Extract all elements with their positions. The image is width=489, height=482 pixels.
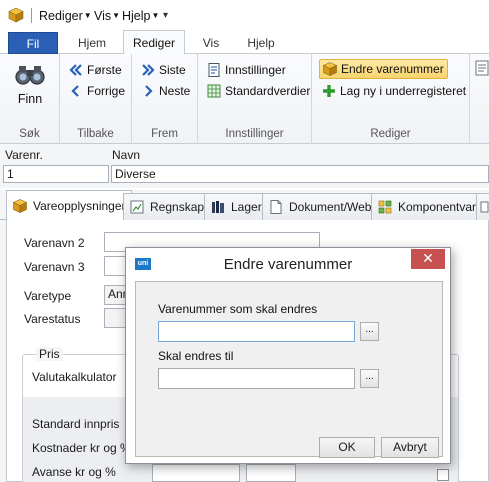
- chart-document-icon: [129, 199, 145, 215]
- chevron-left-icon: [68, 83, 84, 99]
- menu-rediger[interactable]: Rediger▼: [39, 9, 92, 23]
- varestatus-label: Varestatus: [24, 312, 81, 326]
- tab-vis[interactable]: Vis: [193, 33, 229, 54]
- varenummer-from-label: Varenummer som skal endres: [158, 302, 318, 316]
- group-rediger: Endre varenummer Lag ny i underregistere…: [312, 54, 470, 144]
- standard-innpris-label: Standard innpris: [32, 417, 120, 431]
- tab-hjelp[interactable]: Hjelp: [238, 33, 284, 54]
- tab-overflow[interactable]: [476, 193, 489, 220]
- group-label-innstillinger: Innstillinger: [225, 128, 284, 140]
- varenummer-from-input[interactable]: [158, 321, 355, 342]
- varetype-label: Varetype: [24, 289, 72, 303]
- plus-icon: [321, 83, 337, 99]
- double-chevron-right-icon: [140, 62, 156, 78]
- ribbon-tab-bar: Fil Hjem Rediger Vis Hjelp: [0, 30, 489, 55]
- item-header: Varenr. Navn 1 Diverse: [0, 144, 489, 188]
- group-label-frem: Frem: [151, 128, 178, 140]
- tab-komponentvare[interactable]: Komponentvare: [371, 193, 489, 220]
- group-label-tilbake: Tilbake: [77, 128, 114, 140]
- tab-dokument-web[interactable]: Dokument/Web: [262, 193, 378, 220]
- browse-from-button[interactable]: ...: [360, 322, 379, 341]
- endre-varenummer-button[interactable]: Endre varenummer: [319, 59, 448, 79]
- quick-access-toolbar: Rediger▼ Vis▼ Hjelp▼ ▾: [0, 0, 489, 30]
- content-tab-bar: Vareopplysninger Regnskap Lager Dokument…: [0, 190, 489, 221]
- varenummer-to-label: Skal endres til: [158, 349, 234, 363]
- avanse-label: Avanse kr og %: [32, 465, 116, 479]
- tab-rediger[interactable]: Rediger: [123, 30, 185, 55]
- app-cube-icon[interactable]: [8, 7, 24, 23]
- group-label-rediger: Rediger: [370, 128, 411, 140]
- toolbar-separator: [31, 8, 32, 23]
- lag-ny-button[interactable]: Lag ny i underregisteret: [321, 81, 466, 101]
- forste-button[interactable]: Første: [68, 60, 122, 80]
- kostnader-label: Kostnader kr og %: [32, 441, 131, 455]
- innstillinger-button[interactable]: Innstillinger: [206, 60, 286, 80]
- group-tilbake: Første Forrige Tilbake: [60, 54, 132, 144]
- spreadsheet-icon: [206, 83, 222, 99]
- finn-label: Finn: [17, 92, 43, 106]
- tab-regnskap[interactable]: Regnskap: [123, 193, 211, 220]
- components-icon: [377, 199, 393, 215]
- menu-vis[interactable]: Vis▼: [94, 9, 120, 23]
- tab-hjem[interactable]: Hjem: [70, 33, 114, 54]
- avanse-kr-field[interactable]: [152, 464, 240, 482]
- ribbon: Finn Søk Første Forrige Tilbake Siste Ne…: [0, 54, 489, 144]
- ok-button[interactable]: OK: [319, 437, 375, 458]
- binoculars-icon: [15, 66, 45, 85]
- navn-label: Navn: [112, 148, 141, 162]
- navn-field[interactable]: Diverse: [111, 165, 489, 183]
- forrige-button[interactable]: Forrige: [68, 81, 125, 101]
- finn-button[interactable]: Finn: [6, 62, 54, 106]
- dialog-body: Varenummer som skal endres ... Skal endr…: [135, 281, 443, 458]
- avanse-pct-field[interactable]: [246, 464, 296, 482]
- cancel-button[interactable]: Avbryt: [381, 437, 439, 458]
- standardverdier-button[interactable]: Standardverdier: [206, 81, 310, 101]
- pris-group-label: Pris: [36, 347, 63, 361]
- varenr-field[interactable]: 1: [3, 165, 109, 183]
- double-chevron-left-icon: [68, 62, 84, 78]
- browse-to-button[interactable]: ...: [360, 369, 379, 388]
- avanse-checkbox[interactable]: [437, 469, 449, 481]
- box-edit-icon: [322, 61, 338, 77]
- group-frem: Siste Neste Frem: [132, 54, 198, 144]
- menu-hjelp[interactable]: Hjelp▼: [122, 9, 159, 23]
- dialog-title: Endre varenummer: [223, 256, 353, 273]
- tab-vareopplysninger[interactable]: Vareopplysninger: [6, 190, 132, 221]
- dialog-titlebar[interactable]: uni Endre varenummer ✕: [126, 248, 450, 280]
- settings-document-icon: [206, 62, 222, 78]
- group-innstillinger: Innstillinger Standardverdier Innstillin…: [198, 54, 312, 144]
- tab-lager[interactable]: Lager: [204, 193, 268, 220]
- document-icon: [268, 199, 284, 215]
- overflow-tab-icon: [479, 199, 489, 215]
- cube-icon: [12, 198, 28, 214]
- varenummer-to-input[interactable]: [158, 368, 355, 389]
- ribbon-overflow-icon[interactable]: [472, 58, 489, 118]
- siste-button[interactable]: Siste: [140, 60, 186, 80]
- tab-file[interactable]: Fil: [8, 32, 58, 54]
- chevron-right-icon: [140, 83, 156, 99]
- group-label-sok: Søk: [19, 128, 40, 140]
- varenavn2-label: Varenavn 2: [24, 236, 85, 250]
- group-sok: Finn Søk: [0, 54, 60, 144]
- varenr-label: Varenr.: [5, 148, 43, 162]
- books-icon: [210, 199, 226, 215]
- customize-toolbar-icon[interactable]: ▾: [163, 10, 168, 21]
- valutakalkulator-label: Valutakalkulator: [32, 370, 117, 384]
- endre-varenummer-dialog: uni Endre varenummer ✕ Varenummer som sk…: [125, 247, 451, 464]
- close-button[interactable]: ✕: [411, 249, 445, 269]
- neste-button[interactable]: Neste: [140, 81, 190, 101]
- varenavn3-label: Varenavn 3: [24, 260, 85, 274]
